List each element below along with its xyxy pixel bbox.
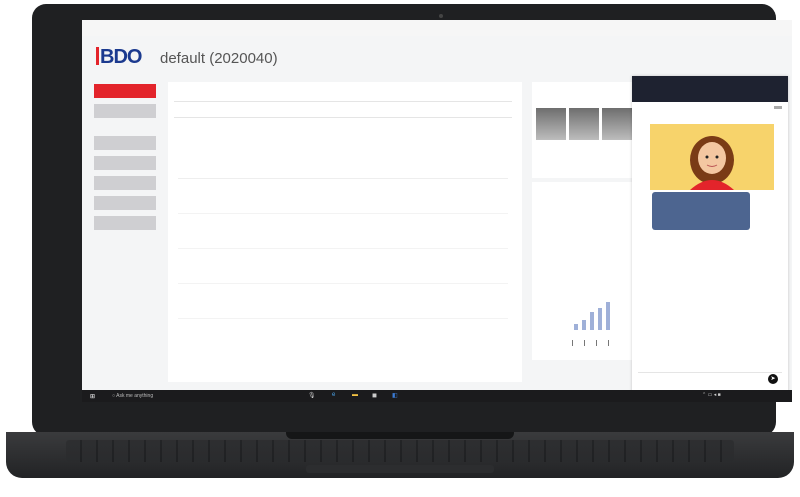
keyboard xyxy=(66,440,734,462)
chart-bar xyxy=(582,320,586,330)
sidebar-item[interactable] xyxy=(94,196,156,210)
contact-person[interactable] xyxy=(602,108,632,142)
table-row[interactable] xyxy=(178,213,508,249)
data-grid xyxy=(178,166,508,319)
assistant-avatar xyxy=(650,124,774,190)
sidebar xyxy=(88,78,158,398)
trackpad xyxy=(306,465,494,473)
table-row[interactable] xyxy=(178,283,508,319)
table-row[interactable] xyxy=(178,178,508,214)
system-tray-icons[interactable]: ⌃ ▭ ◂ ■ xyxy=(702,392,721,398)
grid-header[interactable] xyxy=(178,166,226,179)
x-tick xyxy=(572,340,573,346)
main-panel xyxy=(168,82,522,382)
grid-header[interactable] xyxy=(366,166,414,179)
chart-bar xyxy=(574,324,578,330)
grid-header[interactable] xyxy=(272,166,320,179)
page-title: default (2020040) xyxy=(160,50,278,67)
contact-person[interactable] xyxy=(536,108,566,142)
taskbar-search-text: Ask me anything xyxy=(116,393,154,399)
chat-title xyxy=(632,76,788,81)
sidebar-item[interactable] xyxy=(94,104,156,118)
store-icon[interactable]: ◼ xyxy=(372,392,377,399)
logo-text: BDO xyxy=(100,46,142,68)
mic-icon[interactable]: 🎙 xyxy=(308,392,316,399)
bdo-logo[interactable]: BDO xyxy=(96,46,142,69)
grid-header[interactable] xyxy=(225,166,273,179)
x-tick xyxy=(608,340,609,346)
table-row[interactable] xyxy=(178,248,508,284)
chart-bar xyxy=(606,302,610,330)
hinge-notch xyxy=(286,432,514,439)
grid-header[interactable] xyxy=(319,166,367,179)
sidebar-item-active[interactable] xyxy=(94,84,156,98)
windows-start-icon[interactable]: ⊞ xyxy=(90,393,95,400)
chat-input[interactable] xyxy=(638,372,782,387)
send-icon[interactable]: ➤ xyxy=(768,374,778,384)
x-tick xyxy=(584,340,585,346)
minimize-icon[interactable] xyxy=(774,106,782,109)
webcam xyxy=(439,14,443,18)
sidebar-item[interactable] xyxy=(94,156,156,170)
contact-photo xyxy=(602,108,632,140)
outlook-icon[interactable]: ◧ xyxy=(392,392,398,399)
chart-bar xyxy=(590,312,594,330)
grid-header[interactable] xyxy=(413,166,461,179)
avatar-illustration xyxy=(690,136,734,190)
x-tick xyxy=(596,340,597,346)
field-2[interactable] xyxy=(174,104,512,118)
windows-taskbar: ⊞ ○ Ask me anything 🎙 e ▬ ◼ ◧ ⌃ ▭ ◂ ■ xyxy=(82,390,792,402)
file-explorer-icon[interactable]: ▬ xyxy=(352,392,358,398)
chart-bar xyxy=(598,308,602,330)
taskbar-search[interactable]: ○ Ask me anything xyxy=(112,393,153,399)
chart-card xyxy=(532,182,636,360)
grid-header[interactable] xyxy=(460,166,508,179)
laptop-base xyxy=(6,432,794,478)
contact-photo xyxy=(569,108,599,140)
logo-bar xyxy=(96,47,99,65)
app-topbar xyxy=(82,20,792,36)
sidebar-item[interactable] xyxy=(94,216,156,230)
contacts-card xyxy=(532,82,636,178)
grid-header-row xyxy=(178,166,508,179)
screen: BDO default (2020040) ➤ ⊞ ○ Ask me anyth… xyxy=(82,20,792,402)
contact-person[interactable] xyxy=(569,108,599,142)
sidebar-item[interactable] xyxy=(94,136,156,150)
chat-header xyxy=(632,76,788,102)
chat-panel: ➤ xyxy=(632,76,788,394)
contact-photo xyxy=(536,108,566,140)
edge-icon[interactable]: e xyxy=(332,392,335,398)
sidebar-item[interactable] xyxy=(94,176,156,190)
chat-message-bubble xyxy=(652,192,750,230)
field-1[interactable] xyxy=(174,88,512,102)
